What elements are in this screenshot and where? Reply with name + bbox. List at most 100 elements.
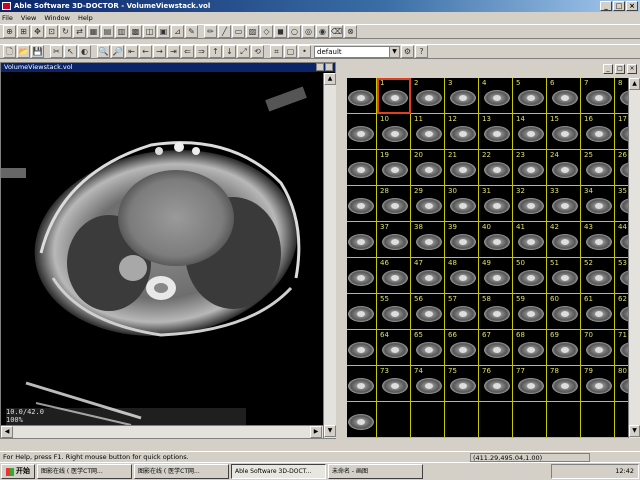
slice-thumbnail[interactable]: 5 <box>513 78 547 114</box>
slice-thumbnail[interactable]: 69 <box>547 330 581 366</box>
slice-thumbnail[interactable]: 66 <box>445 330 479 366</box>
slice-cell-partial[interactable] <box>347 330 377 366</box>
slice-cell-partial[interactable] <box>347 366 377 402</box>
contrast-icon[interactable]: ◐ <box>78 45 91 58</box>
annotate-tool-icon[interactable]: ✎ <box>185 25 198 38</box>
slice-thumbnail[interactable]: 25 <box>581 150 615 186</box>
contour-icon[interactable]: ◇ <box>260 25 273 38</box>
move-tool-icon[interactable]: ⊡ <box>45 25 58 38</box>
slice-thumbnail[interactable]: 21 <box>445 150 479 186</box>
pen-icon[interactable]: ✏ <box>204 25 217 38</box>
layer-tool-icon[interactable]: ▤ <box>101 25 114 38</box>
slice-thumbnail[interactable]: 55 <box>377 294 411 330</box>
slice-thumbnail[interactable]: 64 <box>377 330 411 366</box>
slice-thumbnail[interactable]: 35 <box>615 186 628 222</box>
slice-thumbnail[interactable]: 4 <box>479 78 513 114</box>
slice-thumbnail[interactable]: 70 <box>581 330 615 366</box>
pan-tool-icon[interactable]: ✥ <box>31 25 44 38</box>
pointer-icon[interactable]: ↖ <box>64 45 77 58</box>
first-slice-icon[interactable]: ⇤ <box>125 45 138 58</box>
target-icon[interactable]: ◉ <box>316 25 329 38</box>
menu-window[interactable]: Window <box>44 14 70 22</box>
slice-thumbnail[interactable]: 67 <box>479 330 513 366</box>
help-icon[interactable]: ? <box>415 45 428 58</box>
scroll-down-icon[interactable]: ▼ <box>324 425 336 437</box>
slice-thumbnail[interactable]: 37 <box>377 222 411 258</box>
cut-icon[interactable]: ✂ <box>50 45 63 58</box>
slice-thumbnail[interactable]: 38 <box>411 222 445 258</box>
slice-thumbnail[interactable]: 41 <box>513 222 547 258</box>
slice-cell-partial[interactable] <box>347 114 377 150</box>
slice-thumbnail[interactable]: 31 <box>479 186 513 222</box>
slice-thumbnail[interactable]: 33 <box>547 186 581 222</box>
grid-maximize-button[interactable]: □ <box>615 64 625 74</box>
slice-thumbnail[interactable]: 58 <box>479 294 513 330</box>
image-icon[interactable]: ▨ <box>246 25 259 38</box>
circle-icon[interactable]: ○ <box>288 25 301 38</box>
slice-thumbnail[interactable]: 2 <box>411 78 445 114</box>
slice-cell-partial[interactable] <box>347 222 377 258</box>
rectangle-icon[interactable]: ▭ <box>232 25 245 38</box>
slice-cell-empty[interactable] <box>411 402 445 438</box>
viewer-horizontal-scrollbar[interactable]: ◀ ▶ <box>1 425 323 438</box>
slice-thumbnail[interactable]: 47 <box>411 258 445 294</box>
start-button[interactable]: 开始 <box>1 464 35 479</box>
line-icon[interactable]: ╱ <box>218 25 231 38</box>
slice-thumbnail[interactable]: 79 <box>581 366 615 402</box>
slice-cell-empty[interactable] <box>615 402 628 438</box>
slice-thumbnail[interactable]: 53 <box>615 258 628 294</box>
volume-tool-icon[interactable]: ▩ <box>129 25 142 38</box>
ct-scan-image[interactable] <box>1 73 323 425</box>
slice-thumbnail[interactable]: 65 <box>411 330 445 366</box>
chevron-down-icon[interactable]: ▼ <box>389 46 399 57</box>
slice-thumbnail[interactable]: 29 <box>411 186 445 222</box>
minimize-button[interactable]: _ <box>600 1 612 11</box>
slice-cell-empty[interactable] <box>581 402 615 438</box>
slice-thumbnail[interactable]: 20 <box>411 150 445 186</box>
slice-thumbnail[interactable]: 78 <box>547 366 581 402</box>
slice-thumbnail[interactable]: 10 <box>377 114 411 150</box>
slice-cell-empty[interactable] <box>479 402 513 438</box>
taskbar-item-browser-1[interactable]: 图影在线 ( 医学CT网... <box>37 464 132 479</box>
slice-cell-partial[interactable] <box>347 402 377 438</box>
scroll-left-icon[interactable]: ◀ <box>1 426 13 438</box>
slice-thumbnail[interactable]: 39 <box>445 222 479 258</box>
slice-cell-partial[interactable] <box>347 78 377 114</box>
select-tool-icon[interactable]: ⊕ <box>3 25 16 38</box>
dot-icon[interactable]: • <box>298 45 311 58</box>
slice-thumbnail[interactable]: 61 <box>581 294 615 330</box>
grid-minimize-button[interactable]: _ <box>603 64 613 74</box>
slice-thumbnail[interactable]: 3 <box>445 78 479 114</box>
slice-thumbnail[interactable]: 30 <box>445 186 479 222</box>
slice-thumbnail[interactable]: 26 <box>615 150 628 186</box>
slice-thumbnail[interactable]: 44 <box>615 222 628 258</box>
slice-thumbnail[interactable]: 8 <box>615 78 628 114</box>
slice-cell-partial[interactable] <box>347 186 377 222</box>
slice-thumbnail[interactable]: 56 <box>411 294 445 330</box>
viewer-close-button[interactable] <box>325 63 333 71</box>
open-folder-icon[interactable]: 📂 <box>17 45 30 58</box>
slice-thumbnail[interactable]: 59 <box>513 294 547 330</box>
slice-cell-empty[interactable] <box>377 402 411 438</box>
slice-thumbnail[interactable]: 28 <box>377 186 411 222</box>
ring-icon[interactable]: ◎ <box>302 25 315 38</box>
slice-thumbnail[interactable]: 14 <box>513 114 547 150</box>
prev-slice-icon[interactable]: ← <box>139 45 152 58</box>
menu-file[interactable]: File <box>2 14 13 22</box>
left-icon[interactable]: ⇐ <box>181 45 194 58</box>
zoom-tool-icon[interactable]: ⊞ <box>17 25 30 38</box>
slice-cell-empty[interactable] <box>445 402 479 438</box>
slice-thumbnail[interactable]: 43 <box>581 222 615 258</box>
slice-thumbnail[interactable]: 16 <box>581 114 615 150</box>
slice-thumbnail[interactable]: 57 <box>445 294 479 330</box>
slice-tool-icon[interactable]: ▣ <box>157 25 170 38</box>
fill-icon[interactable]: ◼ <box>274 25 287 38</box>
crop-icon[interactable]: ⌗ <box>270 45 283 58</box>
slice-thumbnail[interactable]: 51 <box>547 258 581 294</box>
slice-thumbnail[interactable]: 76 <box>479 366 513 402</box>
scroll-up-icon[interactable]: ▲ <box>324 73 336 85</box>
last-slice-icon[interactable]: ⇥ <box>167 45 180 58</box>
slice-thumbnail[interactable]: 23 <box>513 150 547 186</box>
slice-thumbnail[interactable]: 71 <box>615 330 628 366</box>
slice-thumbnail[interactable]: 19 <box>377 150 411 186</box>
